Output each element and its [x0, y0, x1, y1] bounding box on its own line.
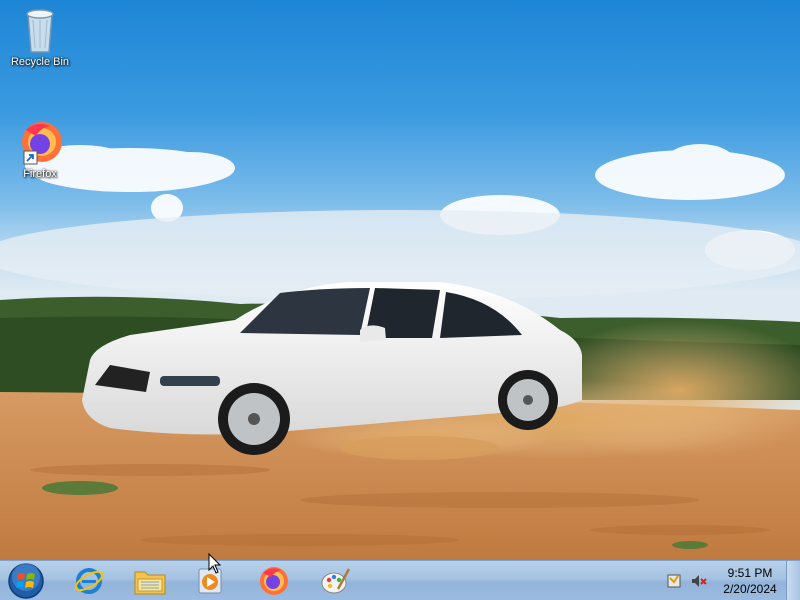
desktop-icon-firefox[interactable]: Firefox — [4, 118, 76, 180]
show-desktop-button[interactable] — [786, 561, 800, 600]
clock-time: 9:51 PM — [727, 566, 773, 580]
firefox-icon — [16, 118, 64, 166]
paint-icon — [321, 568, 351, 594]
tray-clock[interactable]: 9:51 PM 2/20/2024 — [712, 565, 788, 597]
start-button[interactable] — [7, 563, 45, 599]
taskbar-internet-explorer[interactable] — [63, 564, 115, 598]
desktop[interactable]: Recycle Bin Firefox — [0, 0, 800, 560]
internet-explorer-icon — [74, 568, 104, 594]
desktop-icon-recycle-bin[interactable]: Recycle Bin — [4, 6, 76, 68]
desktop-icon-label: Recycle Bin — [10, 56, 70, 68]
windows-logo-icon — [8, 563, 44, 599]
firefox-icon — [260, 567, 288, 595]
taskbar-windows-explorer[interactable] — [124, 564, 176, 598]
taskbar-firefox[interactable] — [248, 564, 300, 598]
desktop-icon-label: Firefox — [23, 168, 57, 180]
mouse-cursor-icon — [208, 553, 222, 574]
taskbar-paint[interactable] — [310, 564, 362, 598]
taskbar: 9:51 PM 2/20/2024 — [0, 560, 800, 600]
volume-muted-icon[interactable] — [690, 572, 708, 595]
recycle-bin-icon — [16, 6, 64, 54]
wallpaper — [0, 144, 800, 560]
action-center-icon[interactable] — [666, 572, 684, 595]
clock-date: 2/20/2024 — [723, 582, 777, 596]
folder-icon — [134, 571, 166, 595]
